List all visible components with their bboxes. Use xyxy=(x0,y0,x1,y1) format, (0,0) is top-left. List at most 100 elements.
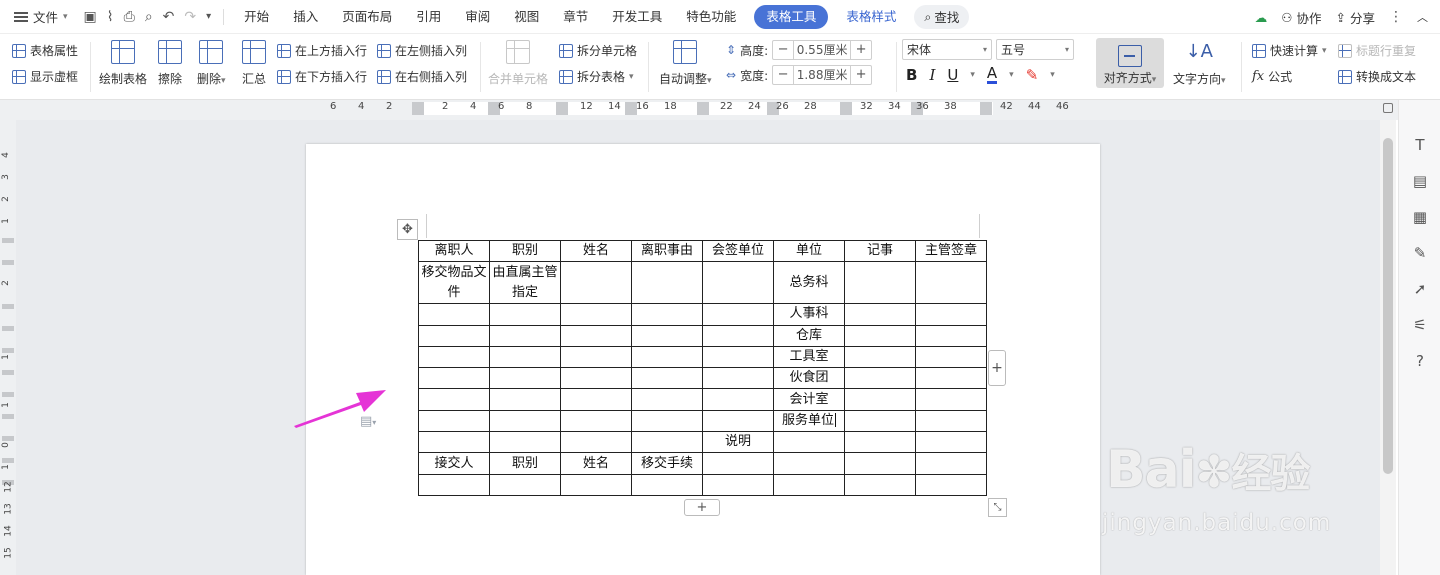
table-cell[interactable] xyxy=(844,367,916,390)
chevron-down-icon[interactable]: ▾ xyxy=(1009,70,1014,80)
insert-row-above-button[interactable]: 在上方插入行 xyxy=(277,42,367,59)
redo-icon[interactable]: ↷ xyxy=(184,9,196,25)
document-settings-icon[interactable]: ▦ xyxy=(1409,206,1431,228)
tab-special-features[interactable]: 特色功能 xyxy=(674,5,748,29)
alignment-button[interactable]: 对齐方式▾ xyxy=(1096,38,1164,88)
table-cell[interactable] xyxy=(631,431,703,454)
table-cell[interactable] xyxy=(560,367,632,390)
table-cell[interactable] xyxy=(631,261,703,305)
font-color-button[interactable]: A xyxy=(986,66,998,84)
split-table-button[interactable]: 拆分表格 ▾ xyxy=(559,68,634,85)
table-cell[interactable] xyxy=(560,324,632,347)
table-cell[interactable]: 移交物品文件 xyxy=(418,261,490,305)
tab-home[interactable]: 开始 xyxy=(232,5,281,29)
tab-references[interactable]: 引用 xyxy=(404,5,453,29)
table-cell[interactable] xyxy=(560,431,632,454)
table-cell[interactable] xyxy=(702,345,774,369)
show-gridlines-button[interactable]: 显示虚框 xyxy=(12,68,78,85)
pen-icon[interactable]: ✎ xyxy=(1409,242,1431,264)
tab-chapter[interactable]: 章节 xyxy=(551,5,600,29)
table-cell[interactable]: 职别 xyxy=(489,452,561,475)
ruler-row-marker[interactable] xyxy=(2,370,14,375)
document-icon[interactable]: ▤ xyxy=(1409,170,1431,192)
table-cell[interactable]: 会计室 xyxy=(773,388,845,411)
sliders-icon[interactable]: ⚟ xyxy=(1409,314,1431,336)
table-cell[interactable]: 仓库 xyxy=(773,324,845,347)
table-cell[interactable] xyxy=(844,303,916,326)
split-cells-button[interactable]: 拆分单元格 xyxy=(559,42,637,59)
table-cell[interactable] xyxy=(702,409,774,433)
table-cell[interactable] xyxy=(702,452,774,475)
table-cell[interactable] xyxy=(844,431,916,454)
table-cell[interactable] xyxy=(915,324,987,347)
ruler-row-marker[interactable] xyxy=(2,414,14,419)
table-cell[interactable]: 姓名 xyxy=(560,452,632,475)
table-cell[interactable] xyxy=(702,324,774,347)
ruler-col-marker[interactable] xyxy=(556,102,568,115)
table-cell[interactable] xyxy=(773,473,845,496)
cloud-sync-icon[interactable]: ☁ xyxy=(1255,10,1268,25)
insert-row-below-button[interactable]: 在下方插入行 xyxy=(277,68,367,85)
merge-cells-button[interactable]: 合并单元格 xyxy=(488,40,548,87)
panel-toggle-icon[interactable] xyxy=(1383,103,1393,113)
ruler-col-marker[interactable] xyxy=(697,102,709,115)
table-cell[interactable]: 人事科 xyxy=(773,303,845,326)
table-cell[interactable] xyxy=(915,261,987,305)
ruler-row-marker[interactable] xyxy=(2,304,14,309)
undo-icon[interactable]: ↶ xyxy=(163,9,175,25)
table-cell[interactable] xyxy=(418,324,490,347)
table-cell[interactable] xyxy=(489,367,561,390)
scrollbar-thumb[interactable] xyxy=(1383,138,1393,474)
table-cell[interactable] xyxy=(915,303,987,326)
table-cell[interactable] xyxy=(418,473,490,496)
table-cell[interactable]: 伙食团 xyxy=(773,367,845,390)
table-cell[interactable] xyxy=(631,303,703,326)
auto-fit-button[interactable]: 自动调整▾ xyxy=(659,40,712,87)
file-menu-button[interactable]: 文件 ▾ xyxy=(0,0,76,34)
table-cell[interactable] xyxy=(560,345,632,369)
table-cell[interactable] xyxy=(418,431,490,454)
table-cell[interactable] xyxy=(418,367,490,390)
table-cell[interactable] xyxy=(418,409,490,433)
print-icon[interactable]: ⎙ xyxy=(124,9,135,25)
table-cell[interactable] xyxy=(489,345,561,369)
customize-dropdown-icon[interactable]: ▾ xyxy=(206,11,211,22)
table-cell[interactable] xyxy=(844,473,916,496)
horizontal-ruler[interactable]: 6 4 2 2 4 6 8 12 14 16 18 22 24 26 28 32… xyxy=(0,100,1440,120)
table-cell[interactable]: 离职事由 xyxy=(631,239,703,263)
ruler-col-marker[interactable] xyxy=(840,102,852,115)
table-cell[interactable] xyxy=(631,388,703,411)
table-cell[interactable] xyxy=(631,409,703,433)
tab-insert[interactable]: 插入 xyxy=(281,5,330,29)
table-cell[interactable]: 服务单位 xyxy=(773,409,845,433)
table-cell[interactable] xyxy=(915,431,987,454)
ruler-row-marker[interactable] xyxy=(2,348,14,353)
table-cell[interactable] xyxy=(915,367,987,390)
table-cell[interactable] xyxy=(702,388,774,411)
underline-button[interactable]: U xyxy=(947,66,958,84)
table-cell[interactable] xyxy=(418,303,490,326)
highlight-icon[interactable]: ✎ xyxy=(1026,66,1039,84)
pointer-icon[interactable]: ➚ xyxy=(1409,278,1431,300)
table-cell[interactable] xyxy=(844,324,916,347)
table-cell[interactable] xyxy=(773,452,845,475)
table-cell[interactable]: 移交手续 xyxy=(631,452,703,475)
row-height-input[interactable]: 0.55厘米 xyxy=(793,41,852,59)
table-move-handle[interactable]: ✥ xyxy=(397,219,418,240)
table-cell[interactable] xyxy=(489,303,561,326)
tab-review[interactable]: 审阅 xyxy=(453,5,502,29)
add-row-button[interactable]: + xyxy=(684,499,720,516)
format-painter-icon[interactable]: ⌇ xyxy=(107,9,114,25)
table-cell[interactable] xyxy=(560,409,632,433)
table-cell[interactable] xyxy=(915,388,987,411)
table-cell[interactable] xyxy=(915,452,987,475)
table-cell[interactable]: 记事 xyxy=(844,239,916,263)
table-cell[interactable] xyxy=(915,345,987,369)
ruler-row-marker[interactable] xyxy=(2,326,14,331)
formula-button[interactable]: fx 公式 xyxy=(1252,68,1292,85)
tab-table-style[interactable]: 表格样式 xyxy=(834,5,908,29)
summarize-button[interactable]: 汇总 xyxy=(242,40,266,87)
add-column-button[interactable]: + xyxy=(988,350,1006,386)
chevron-down-icon[interactable]: ▾ xyxy=(970,70,975,80)
table-cell[interactable] xyxy=(631,324,703,347)
